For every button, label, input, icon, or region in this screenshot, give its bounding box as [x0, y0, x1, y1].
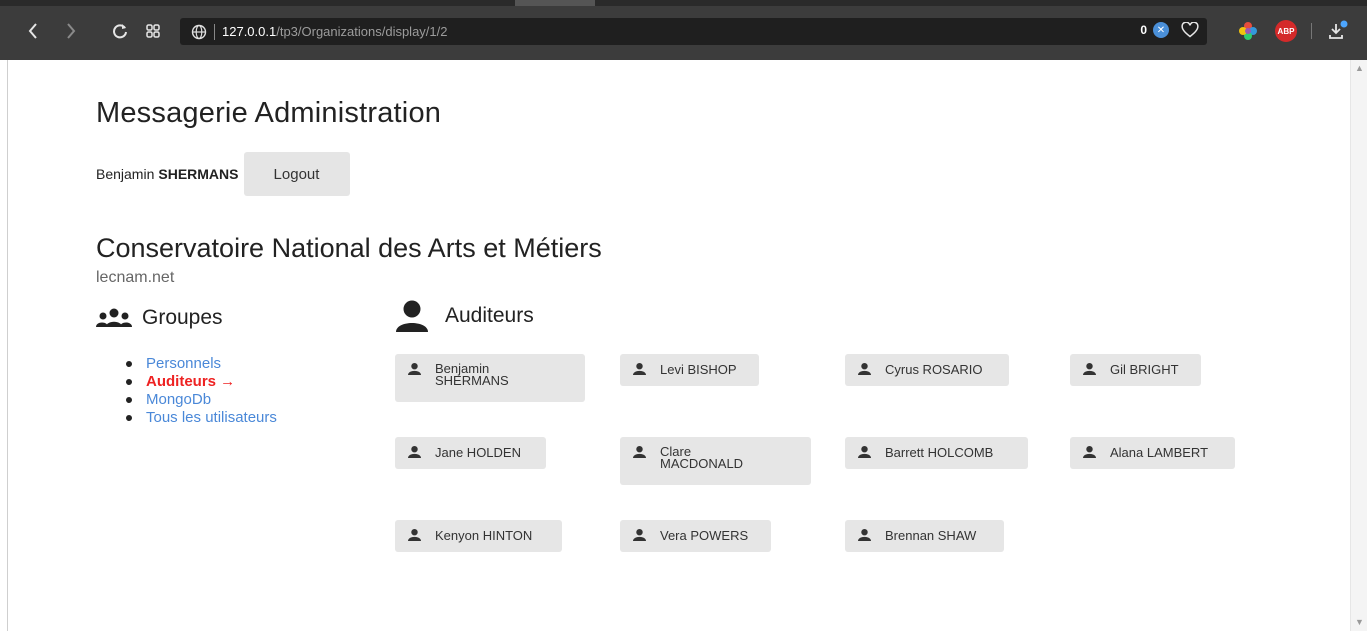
tab-indicator: [515, 0, 595, 6]
group-link-auditeurs[interactable]: Auditeurs →: [146, 373, 235, 390]
reload-icon[interactable]: [106, 17, 134, 45]
member-name: Gil BRIGHT: [1110, 362, 1179, 377]
person-icon: [633, 363, 647, 378]
url-text[interactable]: 127.0.0.1/tp3/Organizations/display/1/2: [222, 24, 448, 39]
member-card[interactable]: Benjamin SHERMANS: [395, 354, 585, 402]
person-icon: [408, 446, 422, 461]
person-icon: [1083, 446, 1097, 461]
groups-header: Groupes: [96, 306, 223, 330]
app-title: Messagerie Administration: [96, 97, 442, 129]
group-link-all-users[interactable]: Tous les utilisateurs: [146, 409, 277, 426]
group-link-mongodb[interactable]: MongoDb: [146, 391, 211, 408]
adblock-icon[interactable]: ABP: [1274, 19, 1298, 43]
organization-name: Conservatoire National des Arts et Métie…: [96, 233, 602, 263]
users-group-icon: [96, 308, 142, 328]
member-card[interactable]: Levi BISHOP: [620, 354, 759, 386]
member-name: Jane HOLDEN: [435, 445, 521, 460]
url-path: /tp3/Organizations/display/1/2: [276, 24, 448, 39]
person-icon: [408, 529, 422, 544]
person-icon: [858, 446, 872, 461]
page-content: ▲ ▼ Messagerie Administration Benjamin S…: [0, 60, 1367, 631]
member-card[interactable]: Vera POWERS: [620, 520, 771, 552]
tab-strip: [0, 0, 1367, 6]
toolbar-separator: [1311, 23, 1312, 39]
member-name: Brennan SHAW: [885, 528, 977, 543]
group-item-personnels: Personnels: [126, 355, 277, 373]
member-card[interactable]: Jane HOLDEN: [395, 437, 546, 469]
member-card[interactable]: Alana LAMBERT: [1070, 437, 1235, 469]
page-left-border: [7, 60, 8, 631]
member-name: Cyrus ROSARIO: [885, 362, 983, 377]
tracker-blocker-icon[interactable]: ✕: [1153, 22, 1169, 38]
scroll-down-icon[interactable]: ▼: [1355, 618, 1364, 627]
download-icon[interactable]: [1324, 19, 1352, 43]
person-icon: [1083, 363, 1097, 378]
user-icon: [395, 300, 445, 332]
group-list: Personnels Auditeurs → MongoDb Tous les …: [126, 355, 277, 427]
group-link-personnels[interactable]: Personnels: [146, 355, 221, 372]
group-item-mongodb: MongoDb: [126, 391, 277, 409]
bookmark-heart-icon[interactable]: [1181, 22, 1199, 38]
member-name: Benjamin SHERMANS: [435, 361, 509, 388]
globe-icon: [190, 23, 208, 41]
person-icon: [858, 529, 872, 544]
member-name: Levi BISHOP: [660, 362, 737, 377]
user-first-name: Benjamin: [96, 166, 155, 182]
address-bar[interactable]: 127.0.0.1/tp3/Organizations/display/1/2 …: [180, 18, 1207, 45]
member-card[interactable]: Barrett HOLCOMB: [845, 437, 1028, 469]
member-card[interactable]: Cyrus ROSARIO: [845, 354, 1009, 386]
person-icon: [858, 363, 872, 378]
speed-dial-icon[interactable]: [139, 17, 167, 45]
forward-icon[interactable]: [57, 17, 85, 45]
member-card[interactable]: Gil BRIGHT: [1070, 354, 1201, 386]
browser-toolbar: 127.0.0.1/tp3/Organizations/display/1/2 …: [0, 0, 1367, 60]
user-last-name: SHERMANS: [158, 166, 239, 182]
member-card[interactable]: Brennan SHAW: [845, 520, 1004, 552]
member-card[interactable]: Kenyon HINTON: [395, 520, 562, 552]
address-separator: [214, 23, 215, 40]
members-header: Auditeurs: [395, 300, 534, 332]
member-name: Alana LAMBERT: [1110, 445, 1209, 460]
vertical-scrollbar[interactable]: ▲ ▼: [1350, 60, 1367, 631]
back-icon[interactable]: [19, 17, 47, 45]
member-name: Kenyon HINTON: [435, 528, 533, 543]
member-name: Vera POWERS: [660, 528, 749, 543]
group-item-all-users: Tous les utilisateurs: [126, 409, 277, 427]
person-icon: [633, 446, 647, 461]
organization-domain: lecnam.net: [96, 269, 175, 286]
member-name: Barrett HOLCOMB: [885, 445, 994, 460]
person-icon: [408, 363, 422, 378]
person-icon: [633, 529, 647, 544]
group-item-auditeurs: Auditeurs →: [126, 373, 277, 391]
scroll-up-icon[interactable]: ▲: [1355, 64, 1364, 73]
tracker-count: 0: [1140, 23, 1147, 37]
member-name: Clare MACDONALD: [660, 444, 744, 471]
color-extension-icon[interactable]: [1236, 19, 1260, 43]
user-info: Benjamin SHERMANS Logout: [96, 152, 350, 196]
members-title: Auditeurs: [445, 304, 534, 327]
address-bar-actions: 0 ✕: [1140, 22, 1199, 38]
groups-title: Groupes: [142, 306, 223, 329]
adblock-label: ABP: [1275, 20, 1297, 42]
member-card[interactable]: Clare MACDONALD: [620, 437, 811, 485]
logout-button[interactable]: Logout: [243, 152, 350, 196]
url-host: 127.0.0.1: [222, 24, 277, 39]
